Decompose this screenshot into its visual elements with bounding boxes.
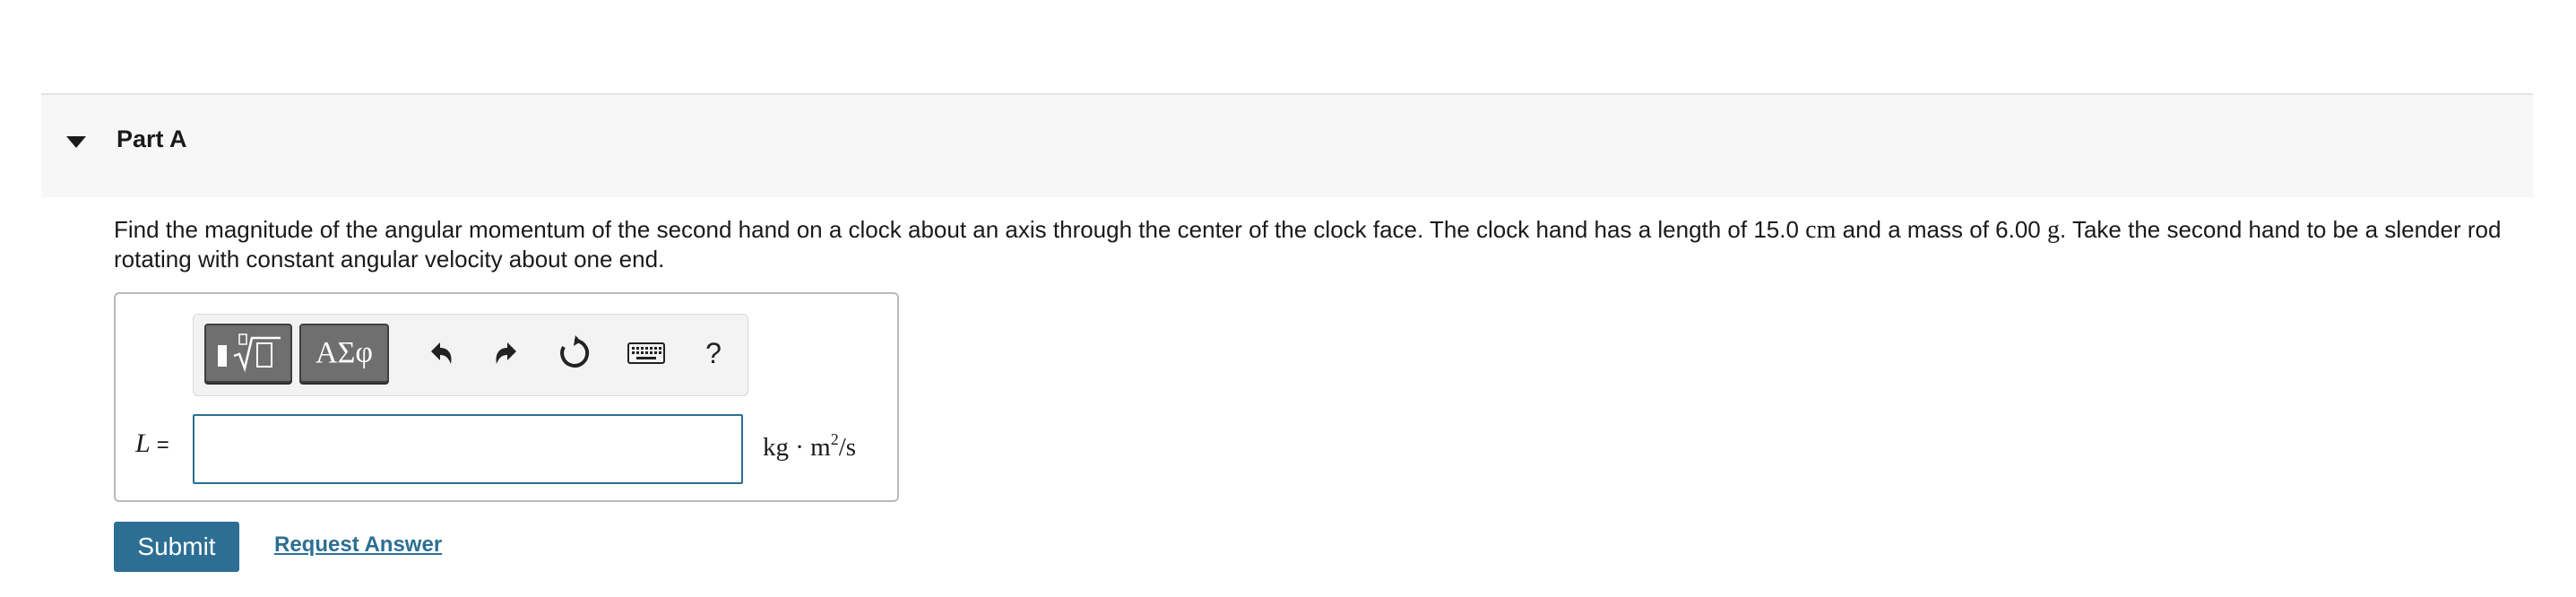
symbols-label: ΑΣφ [316,336,373,369]
answer-box: ΑΣφ ? L = kg · m2/s [114,292,899,502]
unit-dot: · [795,433,804,462]
length-unit: cm [1805,216,1837,244]
mass-unit: g [2046,216,2060,244]
question-part-2: and a mass of 6.00 [1836,216,2047,243]
submit-button[interactable]: Submit [114,522,239,572]
templates-button[interactable] [204,324,292,383]
help-label: ? [705,336,722,369]
part-title: Part A [117,125,187,152]
equals-sign: = [156,433,169,457]
answer-units: kg · m2/s [763,430,856,463]
redo-button[interactable] [485,331,530,376]
part-a-header[interactable]: Part A [41,93,2533,197]
templates-sqrt-icon [218,333,281,373]
undo-icon [431,342,452,364]
variable-L: L [135,428,151,458]
collapse-caret-icon[interactable] [66,136,86,148]
help-button[interactable]: ? [691,331,736,376]
reset-button[interactable] [552,331,597,376]
request-answer-link[interactable]: Request Answer [274,532,442,558]
keyboard-icon [627,342,665,364]
answer-input[interactable] [193,414,743,484]
unit-kg: kg [763,433,789,462]
redo-icon [496,342,516,364]
keyboard-button[interactable] [624,331,669,376]
reset-icon [560,335,590,368]
symbols-button[interactable]: ΑΣφ [299,324,389,383]
question-part-1: Find the magnitude of the angular moment… [114,216,1806,243]
unit-m: m [810,433,831,462]
undo-button[interactable] [418,331,462,376]
unit-per-second: /s [838,433,857,462]
unit-exponent: 2 [830,430,839,448]
answer-variable-label: L = [135,428,169,459]
math-toolbar: ΑΣφ ? [193,314,748,396]
question-text: Find the magnitude of the angular moment… [114,215,2534,273]
